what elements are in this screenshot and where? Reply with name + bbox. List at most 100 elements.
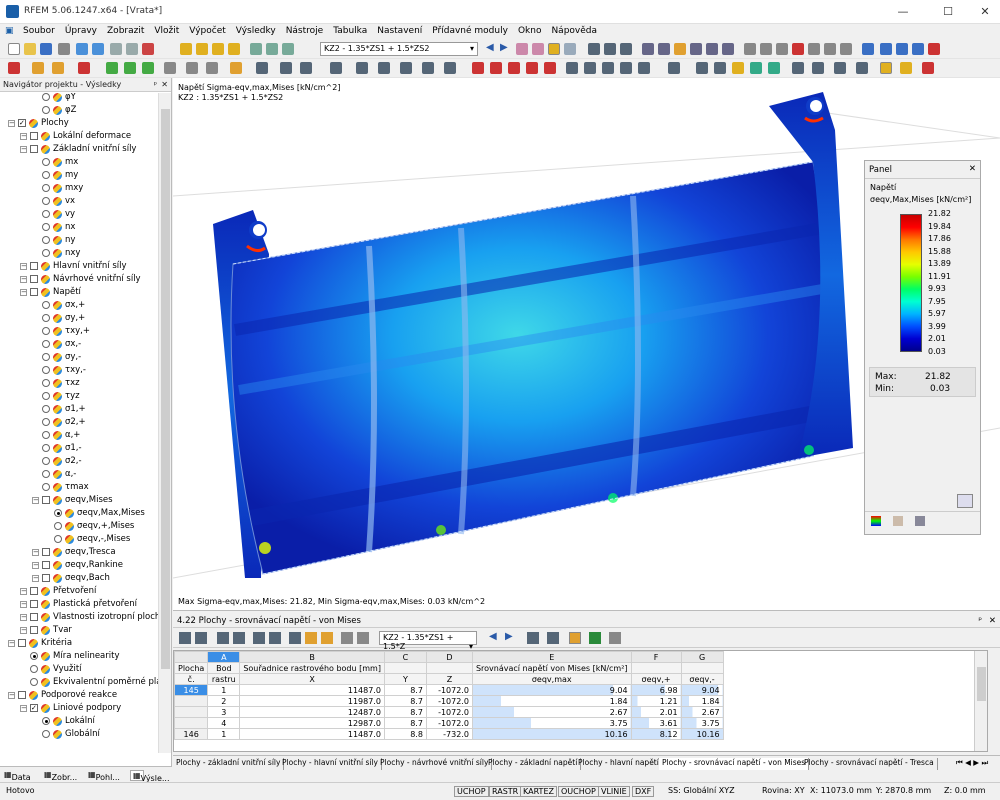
tool-icon[interactable] — [880, 62, 892, 74]
tool-icon[interactable] — [356, 62, 368, 74]
tree-radio[interactable] — [54, 522, 62, 530]
table-cell[interactable]: 3.75 — [680, 717, 724, 729]
table-cell[interactable]: 8.7 — [383, 695, 427, 707]
tree-radio[interactable] — [42, 730, 50, 738]
table-cell[interactable]: -732.0 — [425, 728, 473, 740]
tree-item[interactable]: − Hlavní vnitřní síly — [0, 260, 158, 273]
tree-radio[interactable] — [30, 652, 38, 660]
tool-icon[interactable] — [490, 62, 502, 74]
tree-item[interactable]: σeqv,+,Mises — [0, 520, 158, 533]
expand-icon[interactable]: − — [20, 133, 27, 140]
expand-icon[interactable]: − — [20, 588, 27, 595]
sheet-nav-arrows[interactable]: ⏮ ◀ ▶ ⏭ — [953, 758, 991, 770]
close-icon[interactable]: ✕ — [969, 164, 976, 174]
table-cell[interactable]: 9.04 — [680, 684, 724, 696]
table-cell[interactable]: 11487.0 — [239, 728, 385, 740]
tree-item[interactable]: α,- — [0, 468, 158, 481]
tool-icon[interactable] — [706, 43, 718, 55]
tool-icon[interactable] — [584, 62, 596, 74]
tool-icon[interactable] — [776, 43, 788, 55]
table-row[interactable]: 2 11987.0 8.7 -1072.0 1.84 1.21 1.84 — [174, 695, 724, 707]
menu-napoveda[interactable]: Nápověda — [546, 24, 602, 38]
tool-icon[interactable] — [378, 62, 390, 74]
tool-icon[interactable] — [722, 43, 734, 55]
menu-pridavne-moduly[interactable]: Přídavné moduly — [427, 24, 513, 38]
settings-tab-icon[interactable] — [893, 516, 903, 526]
tool-icon[interactable] — [300, 62, 312, 74]
tool-icon[interactable] — [834, 62, 846, 74]
tool-icon[interactable] — [604, 43, 616, 55]
tool-icon[interactable] — [840, 43, 852, 55]
tree-item[interactable]: − Lokální deformace — [0, 130, 158, 143]
tool-icon[interactable] — [282, 43, 294, 55]
tool-icon[interactable] — [696, 62, 708, 74]
tool-icon[interactable] — [444, 62, 456, 74]
table-cell[interactable]: 2.67 — [471, 706, 632, 718]
table-cell[interactable]: 2.01 — [630, 706, 682, 718]
close-icon[interactable]: ✕ — [989, 616, 996, 626]
expand-icon[interactable]: − — [20, 705, 27, 712]
expand-icon[interactable]: − — [32, 575, 39, 582]
tool-icon[interactable] — [674, 43, 686, 55]
menu-zobrazit[interactable]: Zobrazit — [102, 24, 149, 38]
tool-icon[interactable] — [256, 62, 268, 74]
tree-radio[interactable] — [42, 197, 50, 205]
tool-icon[interactable] — [744, 43, 756, 55]
filter-tab-icon[interactable] — [915, 516, 925, 526]
tree-item[interactable]: Lokální — [0, 715, 158, 728]
tree-item[interactable]: mx — [0, 156, 158, 169]
tree-checkbox[interactable] — [18, 639, 26, 647]
print-icon[interactable] — [58, 43, 70, 55]
tree-item[interactable]: Globální — [0, 728, 158, 741]
tree-item[interactable]: φZ — [0, 104, 158, 117]
tree-radio[interactable] — [54, 535, 62, 543]
minimize-button[interactable]: — — [893, 5, 913, 18]
tree-item[interactable]: σ1,- — [0, 442, 158, 455]
tree-radio[interactable] — [54, 509, 62, 517]
tree-radio[interactable] — [42, 717, 50, 725]
sheet-tab[interactable]: Plochy - základní napětí — [485, 758, 582, 770]
tab-display[interactable]: ▦ Zobr... — [44, 770, 77, 782]
tool-icon[interactable] — [195, 632, 207, 644]
table-cell[interactable]: 6.98 — [630, 684, 682, 696]
tool-icon[interactable] — [812, 62, 824, 74]
tool-icon[interactable] — [690, 43, 702, 55]
menu-okno[interactable]: Okno — [513, 24, 547, 38]
tree-checkbox[interactable] — [30, 587, 38, 595]
tool-icon[interactable] — [280, 62, 292, 74]
tree-item[interactable]: − σeqv,Mises — [0, 494, 158, 507]
expand-icon[interactable]: − — [8, 640, 15, 647]
table-scrollbar[interactable] — [974, 651, 987, 751]
table-cell[interactable]: -1072.0 — [425, 684, 473, 696]
table-cell[interactable]: 3.61 — [630, 717, 682, 729]
tree-checkbox[interactable] — [30, 600, 38, 608]
scrollbar-thumb[interactable] — [977, 667, 986, 701]
tool-icon[interactable] — [588, 43, 600, 55]
tool-icon[interactable] — [422, 62, 434, 74]
tree-item[interactable]: σx,+ — [0, 299, 158, 312]
tool-icon[interactable] — [824, 43, 836, 55]
tool-icon[interactable] — [808, 43, 820, 55]
tool-icon[interactable] — [321, 632, 333, 644]
tree-radio[interactable] — [42, 444, 50, 452]
tree-checkbox[interactable] — [30, 613, 38, 621]
tree-item[interactable]: σ2,- — [0, 455, 158, 468]
tool-icon[interactable] — [638, 62, 650, 74]
tool-icon[interactable] — [547, 632, 559, 644]
tree-radio[interactable] — [42, 236, 50, 244]
table-cell[interactable]: 4 — [207, 717, 241, 729]
tree-radio[interactable] — [42, 158, 50, 166]
table-cell[interactable]: 8.7 — [383, 717, 427, 729]
expand-icon[interactable]: − — [8, 120, 15, 127]
tool-icon[interactable] — [52, 62, 64, 74]
table-cell[interactable]: -1072.0 — [425, 695, 473, 707]
tool-icon[interactable] — [609, 632, 621, 644]
legend-tab-icon[interactable] — [871, 516, 881, 526]
table-cell[interactable]: 8.7 — [383, 706, 427, 718]
tree-item[interactable]: φY — [0, 93, 158, 104]
pin-icon[interactable]: ᵖ — [978, 616, 982, 626]
tool-icon[interactable] — [792, 62, 804, 74]
tool-icon[interactable] — [78, 62, 90, 74]
tree-checkbox[interactable] — [42, 561, 50, 569]
tool-icon[interactable] — [228, 43, 240, 55]
